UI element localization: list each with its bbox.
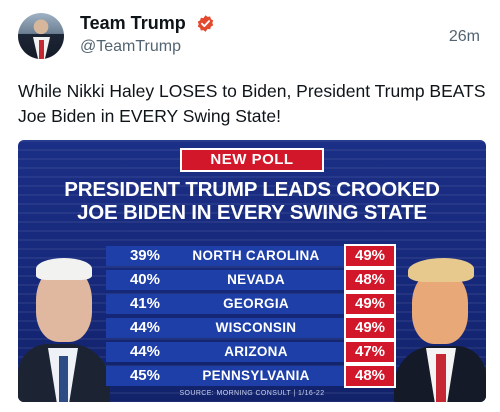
poll-row: 44% ARIZONA 47% [106, 340, 396, 364]
timestamp[interactable]: 26m [449, 28, 480, 46]
tweet-text: While Nikki Haley LOSES to Biden, Presid… [18, 81, 486, 126]
biden-percent: 44% [129, 319, 160, 336]
poll-row: 45% PENNSYLVANIA 48% [106, 364, 396, 388]
verified-badge-icon [197, 15, 214, 32]
trump-percent: 49% [346, 246, 394, 266]
poll-image-card[interactable]: NEW POLL PRESIDENT TRUMP LEADS CROOKED J… [18, 140, 486, 402]
trump-percent: 48% [346, 366, 394, 386]
tweet-header: Team Trump @TeamTrump 26m [0, 0, 500, 68]
trump-percent: 49% [346, 294, 394, 314]
headline-line-1: PRESIDENT TRUMP LEADS CROOKED [64, 178, 440, 201]
trump-percent: 47% [346, 342, 394, 362]
poll-row: 41% GEORGIA 49% [106, 292, 396, 316]
biden-percent: 44% [129, 343, 160, 360]
new-poll-badge: NEW POLL [180, 148, 324, 172]
trump-percent: 49% [346, 318, 394, 338]
headline-line-2: JOE BIDEN IN EVERY SWING STATE [77, 201, 427, 224]
state-name: PENNSYLVANIA [202, 368, 310, 383]
trump-hair [408, 258, 474, 282]
state-name: ARIZONA [224, 344, 288, 359]
poll-headline: PRESIDENT TRUMP LEADS CROOKED JOE BIDEN … [18, 178, 486, 224]
poll-table: 39% NORTH CAROLINA 49% 40% NEVADA 48% 41… [106, 244, 396, 388]
state-name: NEVADA [227, 272, 285, 287]
biden-percent: 39% [129, 247, 160, 264]
biden-photo [18, 244, 110, 402]
biden-percent: 41% [129, 295, 160, 312]
avatar-tie [39, 40, 44, 59]
avatar[interactable] [18, 13, 64, 59]
source-caption: SOURCE: MORNING CONSULT | 1/16-22 [179, 390, 325, 397]
state-name: WISCONSIN [215, 320, 297, 335]
biden-percent: 40% [129, 271, 160, 288]
poll-row: 40% NEVADA 48% [106, 268, 396, 292]
handle[interactable]: @TeamTrump [80, 38, 181, 56]
state-name: NORTH CAROLINA [192, 248, 320, 263]
poll-row: 44% WISCONSIN 49% [106, 316, 396, 340]
state-name: GEORGIA [223, 296, 289, 311]
biden-percent: 45% [129, 367, 160, 384]
biden-hair [36, 258, 92, 280]
trump-photo [394, 244, 486, 402]
trump-percent: 48% [346, 270, 394, 290]
display-name[interactable]: Team Trump [80, 13, 186, 34]
poll-row: 39% NORTH CAROLINA 49% [106, 244, 396, 268]
